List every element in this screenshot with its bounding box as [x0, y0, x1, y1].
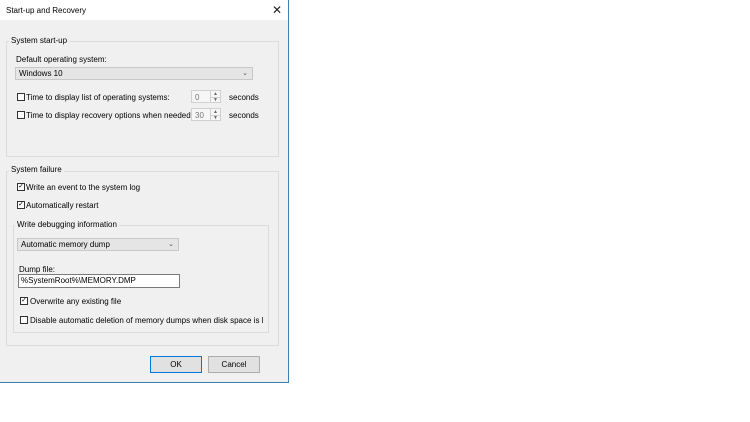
dialog-title: Start-up and Recovery [6, 6, 87, 15]
dump-file-value: %SystemRoot%\MEMORY.DMP [21, 276, 136, 285]
dump-type-select[interactable]: Automatic memory dump ⌄ [17, 238, 179, 251]
title-bar: Start-up and Recovery ✕ [0, 0, 288, 20]
dump-file-field[interactable]: %SystemRoot%\MEMORY.DMP [18, 274, 180, 288]
overwrite-checkbox[interactable]: ✓ [20, 297, 28, 305]
disable-deletion-checkbox[interactable] [20, 316, 28, 324]
check-icon: ✓ [21, 297, 27, 304]
time-list-seconds: seconds [229, 93, 259, 102]
chevron-down-icon: ⌄ [168, 241, 174, 248]
overwrite-label: Overwrite any existing file [30, 297, 122, 306]
default-os-label: Default operating system: [16, 55, 107, 64]
time-recovery-seconds: seconds [229, 111, 259, 120]
write-event-label: Write an event to the system log [26, 183, 141, 192]
system-startup-label: System start-up [9, 36, 70, 45]
write-event-checkbox[interactable]: ✓ [17, 183, 25, 191]
default-os-value: Windows 10 [19, 69, 63, 78]
dump-file-label: Dump file: [19, 265, 56, 274]
disable-deletion-label: Disable automatic deletion of memory dum… [30, 316, 263, 325]
ok-button[interactable]: OK [150, 356, 202, 373]
check-icon: ✓ [18, 183, 24, 190]
spin-down-icon[interactable]: ▼ [210, 115, 220, 121]
debug-info-label: Write debugging information [15, 220, 119, 229]
auto-restart-label: Automatically restart [26, 201, 99, 210]
time-recovery-value: 30 [195, 111, 204, 120]
close-icon[interactable]: ✕ [268, 1, 286, 19]
system-failure-label: System failure [9, 165, 64, 174]
check-icon: ✓ [18, 201, 24, 208]
dump-type-value: Automatic memory dump [21, 240, 110, 249]
default-os-select[interactable]: Windows 10 ⌄ [15, 67, 253, 80]
time-recovery-spinner[interactable]: 30 ▲ ▼ [191, 108, 221, 121]
spin-down-icon[interactable]: ▼ [210, 97, 220, 103]
time-list-value: 0 [195, 93, 200, 102]
time-list-spinner[interactable]: 0 ▲ ▼ [191, 90, 221, 103]
time-recovery-label: Time to display recovery options when ne… [26, 111, 193, 120]
startup-recovery-dialog: Start-up and Recovery ✕ System start-up … [0, 0, 289, 383]
cancel-button[interactable]: Cancel [208, 356, 260, 373]
auto-restart-checkbox[interactable]: ✓ [17, 201, 25, 209]
time-list-checkbox[interactable] [17, 93, 25, 101]
time-recovery-checkbox[interactable] [17, 111, 25, 119]
chevron-down-icon: ⌄ [242, 70, 248, 77]
time-list-label: Time to display list of operating system… [26, 93, 170, 102]
